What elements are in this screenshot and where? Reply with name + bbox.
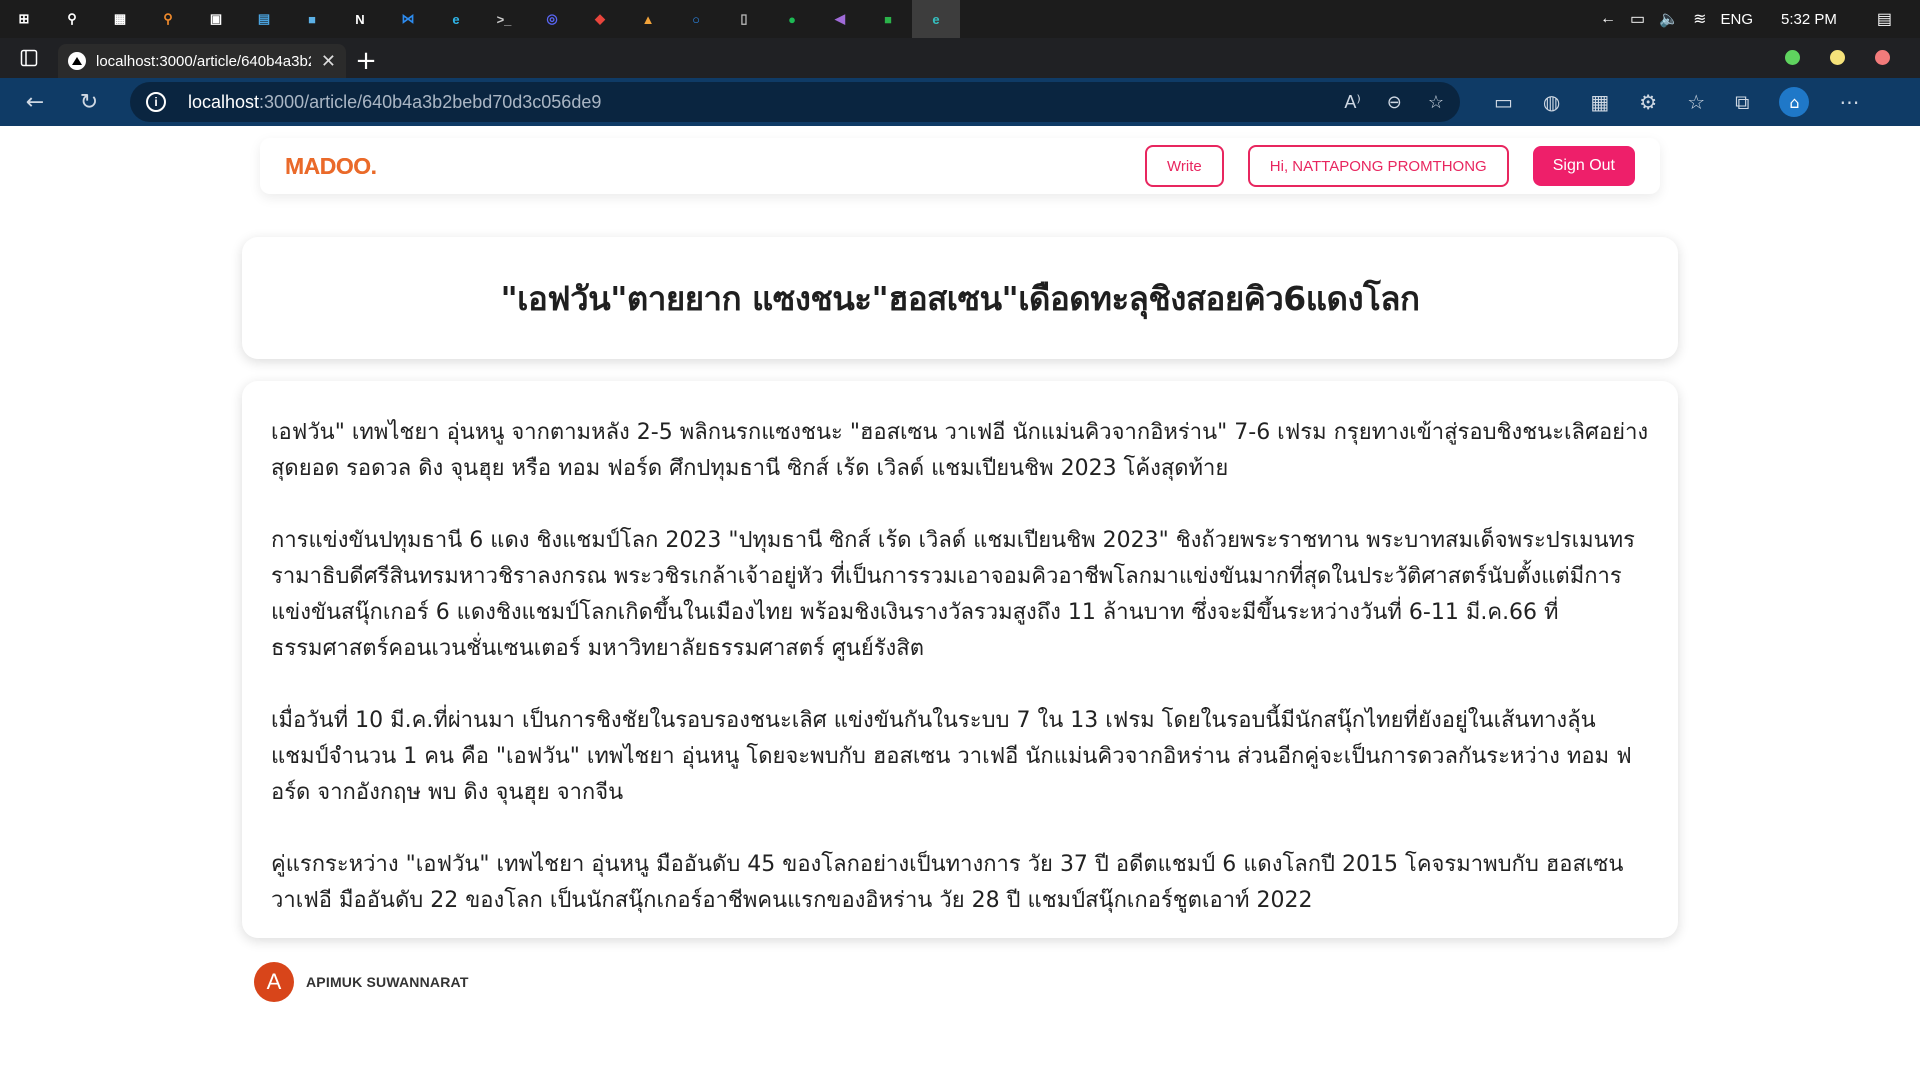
globe-extension-icon[interactable]: ◍: [1543, 90, 1560, 114]
article-paragraph: คู่แรกระหว่าง "เอฟวัน" เทพไชยา อุ่นหนู ม…: [271, 852, 1624, 913]
browser-toolbar: ← ↻ i localhost:3000/article/640b4a3b2be…: [0, 78, 1920, 126]
favorite-add-icon[interactable]: ☆: [1428, 92, 1444, 113]
more-menu-icon[interactable]: ⋯: [1839, 90, 1859, 114]
sign-out-button[interactable]: Sign Out: [1532, 146, 1635, 186]
search-app-icon[interactable]: ⚲: [144, 0, 192, 38]
discord-icon[interactable]: ◎: [528, 0, 576, 38]
author-name[interactable]: APIMUK SUWANNARAT: [306, 974, 469, 990]
system-tray: ← ▭ 🔈 ≋ ENG 5:32 PM ▤: [1600, 0, 1920, 38]
zoom-icon[interactable]: ⊖: [1387, 92, 1402, 113]
circle-app-icon[interactable]: ○: [672, 0, 720, 38]
line-icon[interactable]: ■: [864, 0, 912, 38]
collections-icon[interactable]: ⧉: [1735, 90, 1749, 114]
window-dot-green-icon[interactable]: [1785, 50, 1800, 65]
language-indicator[interactable]: ENG: [1720, 11, 1753, 28]
terminal-icon[interactable]: >_: [480, 0, 528, 38]
notification-icon[interactable]: ▤: [1877, 9, 1892, 29]
notion-icon[interactable]: N: [336, 0, 384, 38]
close-tab-icon[interactable]: ✕: [321, 51, 336, 72]
read-aloud-icon[interactable]: A⁾: [1344, 92, 1360, 113]
edge-icon[interactable]: e: [432, 0, 480, 38]
battery-icon[interactable]: ▭: [1630, 9, 1645, 29]
site-favicon-icon: [68, 52, 86, 70]
search-icon[interactable]: ⚲: [48, 0, 96, 38]
article-title-card: "เอฟวัน"ตายยาก แซงชนะ"ฮอสเซน"เดือดทะลุชิ…: [242, 237, 1678, 359]
article-body-card: เอฟวัน" เทพไชยา อุ่นหนู จากตามหลัง 2-5 พ…: [242, 381, 1678, 938]
article-paragraph: การแข่งขันปทุมธานี 6 แดง ชิงแชมป์โลก 202…: [271, 528, 1635, 661]
window-dot-red-icon[interactable]: [1875, 50, 1890, 65]
app-orange-icon[interactable]: ▲: [624, 0, 672, 38]
wifi-icon[interactable]: ≋: [1693, 9, 1706, 29]
url-host: localhost: [188, 91, 260, 112]
folder-icon[interactable]: ■: [288, 0, 336, 38]
windows-taskbar: ⊞ ⚲ ▦ ⚲ ▣ ▤ ■ N ⋈ e >_ ◎ ◆ ▲ ○ ▯ ● ◀ ■ e ← ▭ 🔈 ≋ ENG 5:32 P…: [0, 0, 1920, 38]
user-greeting-button[interactable]: Hi, NATTAPONG PROMTHONG: [1247, 145, 1509, 187]
author-block[interactable]: A APIMUK SUWANNARAT: [254, 962, 469, 1002]
browser-tabstrip: localhost:3000/article/640b4a3b2 ✕ +: [0, 38, 1920, 78]
browser-tab[interactable]: localhost:3000/article/640b4a3b2 ✕: [58, 44, 346, 78]
spotify-icon[interactable]: ●: [768, 0, 816, 38]
edge-active-icon[interactable]: e: [912, 0, 960, 38]
new-tab-button[interactable]: +: [346, 44, 386, 78]
calculator-icon[interactable]: ▤: [240, 0, 288, 38]
avatar[interactable]: A: [254, 962, 294, 1002]
window-controls: [1785, 50, 1890, 65]
taskbar-apps: ⊞ ⚲ ▦ ⚲ ▣ ▤ ■ N ⋈ e >_ ◎ ◆ ▲ ○ ▯ ● ◀ ■ e: [0, 0, 960, 38]
url-path: :3000/article/640b4a3b2bebd70d3c056de9: [259, 91, 602, 112]
extension-board-icon[interactable]: ▦: [1590, 90, 1609, 114]
refresh-icon[interactable]: ↻: [62, 78, 116, 126]
app-icon[interactable]: ▣: [192, 0, 240, 38]
tab-actions-icon[interactable]: [0, 38, 58, 78]
profile-icon[interactable]: ⌂: [1779, 87, 1810, 117]
vscode-icon[interactable]: ⋈: [384, 0, 432, 38]
favorites-icon[interactable]: ☆: [1687, 90, 1705, 114]
toolbar-extensions: ▭ ◍ ▦ ⚙ ☆ ⧉ ⌂ ⋯: [1494, 87, 1859, 117]
site-header: MADOO. Write Hi, NATTAPONG PROMTHONG Sig…: [260, 138, 1660, 194]
app-dark-icon[interactable]: ▯: [720, 0, 768, 38]
task-view-icon[interactable]: ▦: [96, 0, 144, 38]
app-red-icon[interactable]: ◆: [576, 0, 624, 38]
tab-title: localhost:3000/article/640b4a3b2: [96, 52, 311, 70]
site-logo[interactable]: MADOO.: [285, 153, 377, 180]
chevron-left-icon[interactable]: ←: [1600, 10, 1616, 28]
page-viewport: MADOO. Write Hi, NATTAPONG PROMTHONG Sig…: [0, 126, 1920, 1080]
extensions-icon[interactable]: ⚙: [1639, 90, 1657, 114]
window-dot-yellow-icon[interactable]: [1830, 50, 1845, 65]
reading-view-icon[interactable]: ▭: [1494, 90, 1513, 114]
start-icon[interactable]: ⊞: [0, 0, 48, 38]
address-bar[interactable]: i localhost:3000/article/640b4a3b2bebd70…: [130, 82, 1460, 122]
visual-studio-icon[interactable]: ◀: [816, 0, 864, 38]
article-paragraph: เอฟวัน" เทพไชยา อุ่นหนู จากตามหลัง 2-5 พ…: [271, 420, 1649, 481]
article-paragraph: เมื่อวันที่ 10 มี.ค.ที่ผ่านมา เป็นการชิง…: [271, 708, 1632, 805]
back-icon[interactable]: ←: [8, 78, 62, 126]
clock[interactable]: 5:32 PM: [1781, 11, 1837, 28]
article-title: "เอฟวัน"ตายยาก แซงชนะ"ฮอสเซน"เดือดทะลุชิ…: [500, 278, 1420, 318]
site-info-icon[interactable]: i: [146, 92, 166, 112]
write-button[interactable]: Write: [1145, 145, 1224, 187]
volume-icon[interactable]: 🔈: [1659, 9, 1679, 29]
